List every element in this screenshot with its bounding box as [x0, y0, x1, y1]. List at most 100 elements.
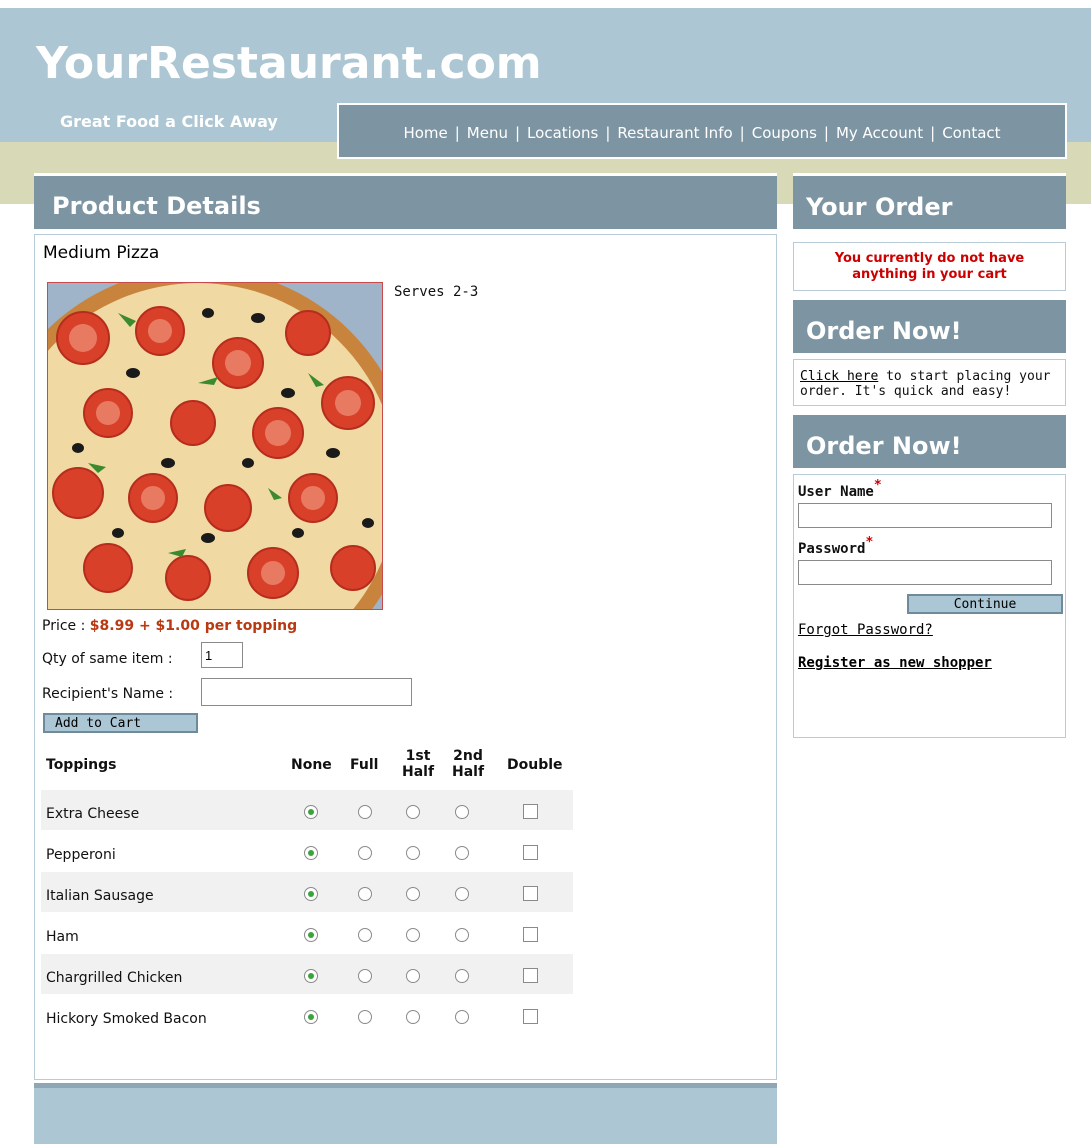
login-header: Order Now! [793, 412, 1066, 468]
password-label: Password* [798, 535, 873, 557]
double-checkbox[interactable] [523, 804, 538, 819]
continue-button[interactable]: Continue [907, 594, 1063, 614]
forgot-password-link[interactable]: Forgot Password? [798, 622, 933, 638]
recipient-name-input[interactable] [201, 678, 412, 706]
radio-second-half[interactable] [455, 805, 469, 819]
col-first-half-line1: 1st [405, 748, 431, 764]
double-checkbox[interactable] [523, 968, 538, 983]
radio-full[interactable] [358, 846, 372, 860]
radio-none[interactable] [304, 846, 318, 860]
nav-contact[interactable]: Contact [942, 124, 1000, 142]
col-second-half-line1: 2nd [453, 748, 483, 764]
radio-none[interactable] [304, 887, 318, 901]
page-footer [34, 1083, 777, 1144]
serves-text: Serves 2-3 [394, 284, 479, 300]
radio-none[interactable] [304, 805, 318, 819]
radio-first-half[interactable] [406, 969, 420, 983]
topping-row: Chargrilled Chicken [41, 954, 573, 994]
qty-label: Qty of same item : [42, 651, 173, 667]
add-to-cart-button[interactable]: Add to Cart [43, 713, 198, 733]
required-marker: * [865, 535, 874, 550]
nav-separator: | [514, 124, 521, 142]
topping-name: Extra Cheese [46, 806, 140, 822]
radio-full[interactable] [358, 1010, 372, 1024]
double-checkbox[interactable] [523, 845, 538, 860]
nav-separator: | [454, 124, 460, 142]
radio-none[interactable] [304, 969, 318, 983]
double-checkbox[interactable] [523, 1009, 538, 1024]
radio-second-half[interactable] [455, 928, 469, 942]
login-title: Order Now! [806, 432, 962, 460]
qty-input[interactable] [201, 642, 243, 668]
register-link[interactable]: Register as new shopper [798, 655, 992, 671]
col-none-header: None [291, 757, 332, 773]
topping-name: Hickory Smoked Bacon [46, 1011, 207, 1027]
login-box: User Name* Password* Continue Forgot Pas… [793, 474, 1066, 738]
nav-locations[interactable]: Locations [527, 124, 598, 142]
radio-first-half[interactable] [406, 805, 420, 819]
recipient-label: Recipient's Name : [42, 686, 174, 702]
radio-second-half[interactable] [455, 969, 469, 983]
col-first-half-line2: Half [402, 764, 435, 780]
col-second-half-line2: Half [452, 764, 485, 780]
topping-name: Ham [46, 929, 79, 945]
double-checkbox[interactable] [523, 927, 538, 942]
username-input[interactable] [798, 503, 1052, 528]
radio-second-half[interactable] [455, 887, 469, 901]
username-label: User Name* [798, 478, 882, 500]
password-input[interactable] [798, 560, 1052, 585]
required-marker: * [873, 478, 882, 493]
radio-full[interactable] [358, 928, 372, 942]
topping-row: Extra Cheese [41, 790, 573, 830]
page-title: Product Details [52, 192, 261, 220]
topping-row: Italian Sausage [41, 872, 573, 912]
cart-box: You currently do not have anything in yo… [793, 242, 1066, 291]
your-order-title: Your Order [806, 193, 953, 221]
username-label-text: User Name [798, 484, 874, 500]
nav-menu[interactable]: Menu [467, 124, 508, 142]
order-now-title: Order Now! [806, 317, 962, 345]
col-first-half-header: 1st Half [402, 748, 434, 780]
price-value: $8.99 + $1.00 per topping [89, 618, 298, 634]
radio-none[interactable] [304, 928, 318, 942]
radio-first-half[interactable] [406, 928, 420, 942]
site-title[interactable]: YourRestaurant.com [36, 38, 542, 89]
radio-first-half[interactable] [406, 846, 420, 860]
price-label: Price : [42, 618, 90, 634]
nav-home[interactable]: Home [403, 124, 447, 142]
price-line: Price : $8.99 + $1.00 per topping [42, 618, 297, 634]
radio-first-half[interactable] [406, 1010, 420, 1024]
radio-second-half[interactable] [455, 1010, 469, 1024]
radio-none[interactable] [304, 1010, 318, 1024]
nav-coupons[interactable]: Coupons [752, 124, 817, 142]
radio-first-half[interactable] [406, 887, 420, 901]
col-full-header: Full [350, 757, 379, 773]
main-nav: Home | Menu | Locations | Restaurant Info | … [337, 103, 1067, 159]
product-details-panel: Medium Pizza Serves 2-3 Price: $8.99 + … [34, 234, 777, 1080]
col-double-header: Double [507, 757, 563, 773]
order-now-box: Click here to start placing your order. … [793, 359, 1066, 406]
pizza-image [47, 282, 383, 610]
order-now-header: Order Now! [793, 297, 1066, 353]
nav-separator: | [930, 124, 936, 142]
nav-separator: | [739, 124, 745, 142]
radio-second-half[interactable] [455, 846, 469, 860]
empty-cart-message: You currently do not have anything in yo… [794, 243, 1065, 283]
double-checkbox[interactable] [523, 886, 538, 901]
your-order-header: Your Order [793, 173, 1066, 229]
topping-name: Pepperoni [46, 847, 116, 863]
topping-row: Hickory Smoked Bacon [41, 995, 573, 1035]
radio-full[interactable] [358, 805, 372, 819]
radio-full[interactable] [358, 969, 372, 983]
nav-my-account[interactable]: My Account [836, 124, 923, 142]
click-here-link[interactable]: Click here [800, 369, 878, 384]
nav-restaurant-info[interactable]: Restaurant Info [617, 124, 732, 142]
topping-name: Chargrilled Chicken [46, 970, 183, 986]
topping-row: Ham [41, 913, 573, 953]
product-details-header: Product Details [34, 173, 777, 229]
col-second-half-header: 2nd Half [452, 748, 484, 780]
nav-separator: | [605, 124, 611, 142]
topping-name: Italian Sausage [46, 888, 154, 904]
order-now-text: Click here to start placing your order. … [794, 360, 1065, 399]
radio-full[interactable] [358, 887, 372, 901]
